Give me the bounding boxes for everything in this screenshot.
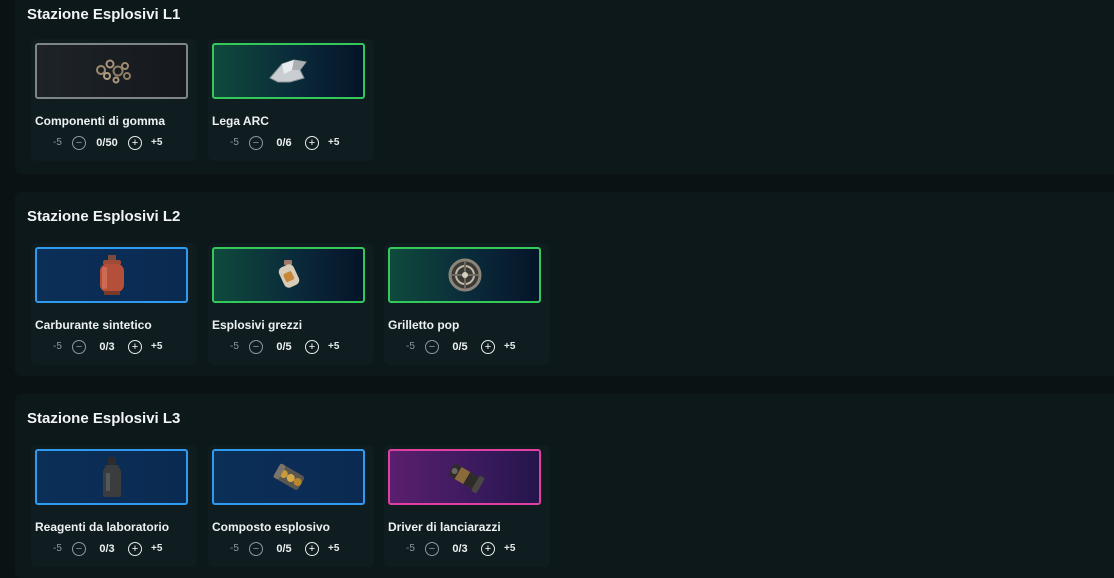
item-name: Driver di lanciarazzi: [388, 520, 501, 534]
decrement-button[interactable]: −: [72, 542, 86, 556]
plus-five-button[interactable]: +5: [151, 543, 162, 554]
minus-five-button[interactable]: -5: [406, 543, 415, 554]
plus-five-button[interactable]: +5: [151, 137, 162, 148]
item-tile[interactable]: [388, 247, 541, 303]
quantity-controls: -5 − 0/5 + +5: [384, 339, 550, 357]
item-card: Driver di lanciarazzi -5 − 0/3 + +5: [384, 445, 550, 567]
gas-canister-icon: [99, 255, 124, 295]
item-count: 0/5: [276, 543, 292, 555]
quantity-controls: -5 − 0/5 + +5: [208, 339, 374, 357]
item-tile[interactable]: [388, 449, 541, 505]
reagent-bottle-icon: [102, 457, 121, 497]
quantity-controls: -5 − 0/5 + +5: [208, 541, 374, 559]
decrement-button[interactable]: −: [72, 340, 86, 354]
item-name: Lega ARC: [212, 114, 269, 128]
item-card: Carburante sintetico -5 − 0/3 + +5: [31, 243, 197, 365]
item-tile[interactable]: [212, 43, 365, 99]
station-section-l1: Stazione Esplosivi L1 Componenti di gomm…: [15, 0, 1114, 174]
decrement-button[interactable]: −: [249, 542, 263, 556]
item-count: 0/5: [276, 341, 292, 353]
station-section-l3: Stazione Esplosivi L3 Reagenti da labora…: [15, 394, 1114, 578]
item-name: Grilletto pop: [388, 318, 460, 332]
minus-five-button[interactable]: -5: [53, 543, 62, 554]
item-count: 0/6: [276, 137, 292, 149]
item-name: Composto esplosivo: [212, 520, 331, 534]
rocket-driver-icon: [448, 464, 484, 494]
plus-five-button[interactable]: +5: [328, 137, 339, 148]
item-tile[interactable]: [35, 247, 188, 303]
item-tile[interactable]: [212, 449, 365, 505]
item-name: Esplosivi grezzi: [212, 318, 303, 332]
quantity-controls: -5 − 0/6 + +5: [208, 135, 374, 153]
minus-five-button[interactable]: -5: [230, 137, 239, 148]
increment-button[interactable]: +: [481, 340, 495, 354]
item-count: 0/5: [452, 341, 468, 353]
item-card: Esplosivi grezzi -5 − 0/5 + +5: [208, 243, 374, 365]
arc-alloy-icon: [268, 59, 307, 83]
item-name: Componenti di gomma: [35, 114, 165, 128]
increment-button[interactable]: +: [305, 340, 319, 354]
increment-button[interactable]: +: [481, 542, 495, 556]
item-tile[interactable]: [35, 43, 188, 99]
item-tile[interactable]: [35, 449, 188, 505]
quantity-controls: -5 − 0/50 + +5: [31, 135, 197, 153]
plus-five-button[interactable]: +5: [328, 341, 339, 352]
station-section-l2: Stazione Esplosivi L2 Carburante sinteti…: [15, 192, 1114, 376]
increment-button[interactable]: +: [305, 542, 319, 556]
item-card: Lega ARC -5 − 0/6 + +5: [208, 39, 374, 161]
item-card: Componenti di gomma -5 − 0/50 + +5: [31, 39, 197, 161]
increment-button[interactable]: +: [128, 542, 142, 556]
minus-five-button[interactable]: -5: [230, 341, 239, 352]
item-card: Grilletto pop -5 − 0/5 + +5: [384, 243, 550, 365]
quantity-controls: -5 − 0/3 + +5: [31, 541, 197, 559]
item-card: Composto esplosivo -5 − 0/5 + +5: [208, 445, 374, 567]
quantity-controls: -5 − 0/3 + +5: [31, 339, 197, 357]
plus-five-button[interactable]: +5: [151, 341, 162, 352]
decrement-button[interactable]: −: [249, 340, 263, 354]
item-card: Reagenti da laboratorio -5 − 0/3 + +5: [31, 445, 197, 567]
increment-button[interactable]: +: [128, 136, 142, 150]
decrement-button[interactable]: −: [425, 542, 439, 556]
rubber-parts-icon: [95, 59, 131, 84]
item-tile[interactable]: [212, 247, 365, 303]
minus-five-button[interactable]: -5: [53, 137, 62, 148]
item-name: Reagenti da laboratorio: [35, 520, 170, 534]
item-count: 0/50: [96, 137, 118, 149]
minus-five-button[interactable]: -5: [406, 341, 415, 352]
bottle-icon: [278, 260, 299, 288]
minus-five-button[interactable]: -5: [53, 341, 62, 352]
hideout-requirements-page: Stazione Esplosivi L1 Componenti di gomm…: [0, 0, 1114, 578]
increment-button[interactable]: +: [128, 340, 142, 354]
decrement-button[interactable]: −: [425, 340, 439, 354]
section-title: Stazione Esplosivi L3: [27, 410, 181, 427]
item-count: 0/3: [452, 543, 468, 555]
minus-five-button[interactable]: -5: [230, 543, 239, 554]
plus-five-button[interactable]: +5: [504, 341, 515, 352]
quantity-controls: -5 − 0/3 + +5: [384, 541, 550, 559]
item-name: Carburante sintetico: [35, 318, 152, 332]
explosive-compound-icon: [273, 463, 304, 490]
increment-button[interactable]: +: [305, 136, 319, 150]
item-count: 0/3: [99, 543, 115, 555]
decrement-button[interactable]: −: [72, 136, 86, 150]
decrement-button[interactable]: −: [249, 136, 263, 150]
section-title: Stazione Esplosivi L1: [27, 6, 181, 23]
section-title: Stazione Esplosivi L2: [27, 208, 181, 225]
item-count: 0/3: [99, 341, 115, 353]
plus-five-button[interactable]: +5: [328, 543, 339, 554]
pop-trigger-icon: [448, 258, 481, 292]
plus-five-button[interactable]: +5: [504, 543, 515, 554]
